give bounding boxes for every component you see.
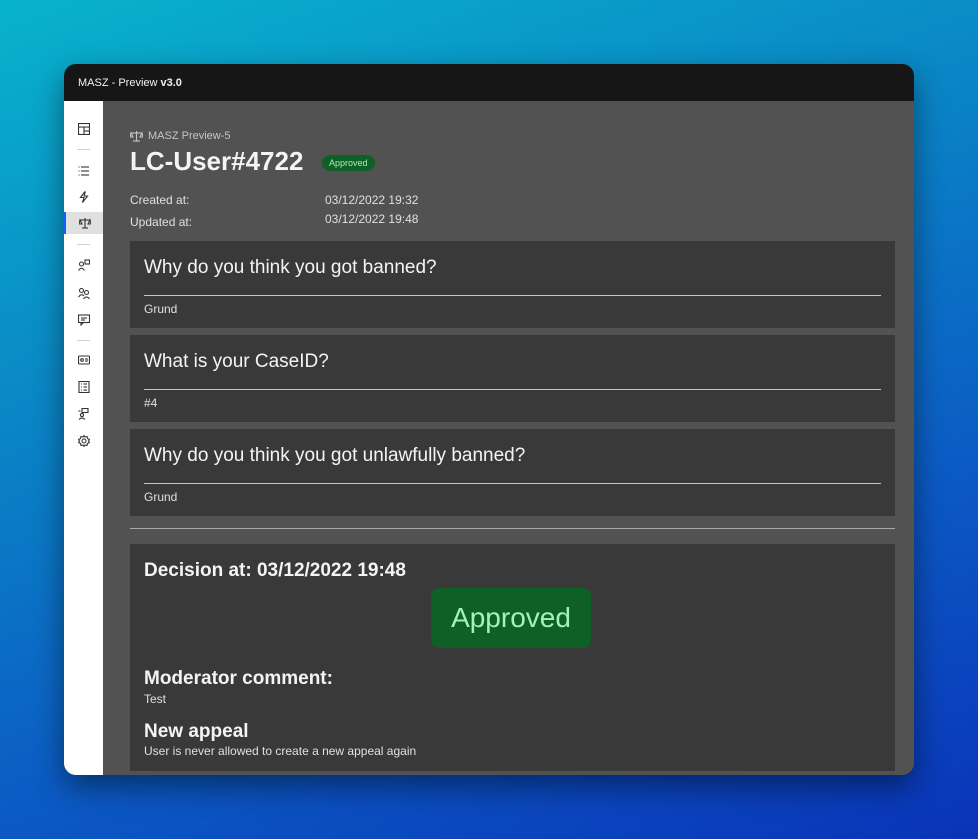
moderator-comment-text: Test [144, 692, 167, 706]
page-title: LC-User#4722 [130, 146, 304, 176]
created-label: Created at: [130, 193, 190, 207]
app-version: v3.0 [160, 76, 182, 89]
users-icon[interactable] [64, 282, 103, 304]
answer-text: Grund [144, 302, 178, 316]
main-content: MASZ Preview-5 LC-User#4722 Approved Cre… [103, 101, 914, 775]
status-badge: Approved [322, 155, 375, 171]
title-bar: MASZ - Preview v3.0 [64, 64, 914, 101]
scale-icon[interactable] [64, 212, 103, 234]
answer-text: Grund [144, 490, 178, 504]
user-settings-icon[interactable] [64, 403, 103, 425]
scale-icon [130, 131, 143, 142]
answer-text: #4 [144, 396, 158, 410]
updated-value: 03/12/2022 19:48 [325, 212, 419, 226]
updated-label: Updated at: [130, 215, 193, 229]
decision-card: Decision at: 03/12/2022 19:48 Approved M… [130, 544, 895, 771]
question-divider [144, 389, 881, 390]
list-icon[interactable] [64, 160, 103, 182]
question-text: Why do you think you got unlawfully bann… [144, 445, 526, 466]
sidebar-divider [77, 340, 90, 341]
sidebar [64, 101, 103, 775]
dashboard-icon[interactable] [64, 118, 103, 140]
app-window: MASZ - Preview v3.0 MASZ Preview-5 LC-Us… [64, 64, 914, 775]
question-card: Why do you think you got unlawfully bann… [130, 429, 895, 516]
breadcrumb-label: MASZ Preview-5 [148, 130, 231, 142]
question-text: What is your CaseID? [144, 351, 329, 372]
user-badge-icon[interactable] [64, 254, 103, 276]
checklist-icon[interactable] [64, 376, 103, 398]
moderator-comment-heading: Moderator comment: [144, 668, 333, 689]
new-appeal-heading: New appeal [144, 721, 249, 742]
breadcrumb[interactable]: MASZ Preview-5 [130, 130, 231, 142]
sidebar-divider [77, 149, 90, 150]
created-value: 03/12/2022 19:32 [325, 193, 419, 207]
section-divider [130, 528, 895, 529]
new-appeal-text: User is never allowed to create a new ap… [144, 744, 417, 758]
gear-icon[interactable] [64, 430, 103, 452]
decision-status-badge: Approved [431, 588, 591, 648]
decision-title: Decision at: 03/12/2022 19:48 [144, 560, 406, 581]
question-text: Why do you think you got banned? [144, 257, 437, 278]
question-divider [144, 483, 881, 484]
id-card-icon[interactable] [64, 349, 103, 371]
app-title: MASZ - Preview [78, 76, 158, 89]
sidebar-divider [77, 244, 90, 245]
question-divider [144, 295, 881, 296]
chat-icon[interactable] [64, 309, 103, 331]
bolt-icon[interactable] [64, 186, 103, 208]
question-card: What is your CaseID? #4 [130, 335, 895, 422]
question-card: Why do you think you got banned? Grund [130, 241, 895, 328]
